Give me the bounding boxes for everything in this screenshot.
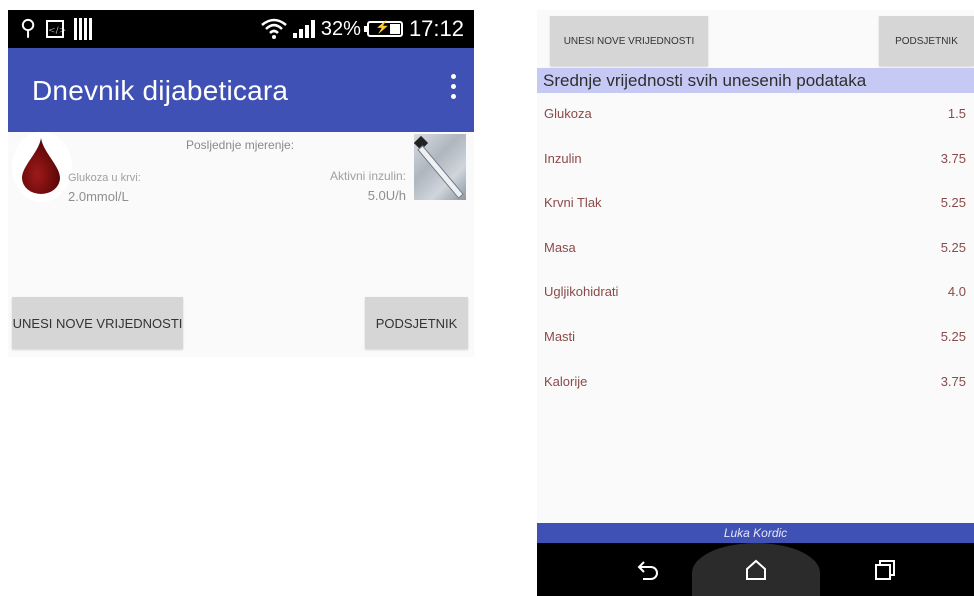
list-item-value: 5.25	[940, 195, 966, 211]
add-new-values-button[interactable]: UNESI NOVE VRIJEDNOSTI	[12, 297, 183, 349]
usb-icon: ⚲	[20, 16, 37, 41]
list-item: Glukoza 1.5	[537, 94, 974, 139]
back-icon[interactable]	[635, 557, 661, 583]
status-system: 32% ⚡ 17:12	[261, 16, 464, 42]
insulin-value: 5.0U/h	[367, 188, 406, 203]
list-item-label: Ugljikohidrati	[544, 284, 619, 300]
list-item: Ugljikohidrati 4.0	[537, 272, 974, 317]
main-screen: ⚲ </> 32% ⚡ 17:12 Dnevnik dijabeticara P…	[8, 10, 474, 357]
wifi-icon	[261, 18, 287, 39]
code-icon: </>	[46, 20, 66, 38]
list-item: Inzulin 3.75	[537, 139, 974, 184]
barcode-icon	[74, 18, 93, 40]
status-bar: ⚲ </> 32% ⚡ 17:12	[8, 10, 474, 48]
author-footer: Luka Kordic	[537, 523, 974, 543]
app-title: Dnevnik dijabeticara	[32, 75, 289, 106]
reminder-button[interactable]: PODSJETNIK	[365, 297, 468, 349]
recents-icon[interactable]	[872, 557, 898, 583]
glucose-label: Glukoza u krvi:	[68, 172, 141, 184]
list-item: Kalorije 3.75	[537, 362, 974, 407]
app-bar: Dnevnik dijabeticara	[8, 48, 474, 132]
list-item-label: Glukoza	[544, 106, 592, 121]
overflow-menu-icon[interactable]	[448, 74, 458, 106]
insulin-label: Aktivni inzulin:	[329, 169, 406, 183]
battery-percent: 32%	[320, 17, 361, 40]
list-item-label: Krvni Tlak	[544, 195, 602, 211]
list-item-label: Inzulin	[544, 150, 582, 166]
list-item: Masti 5.25	[537, 317, 974, 362]
list-item-value: 5.25	[940, 239, 966, 255]
list-item-value: 1.5	[947, 106, 966, 121]
status-time: 17:12	[408, 16, 464, 41]
last-measurement-label: Posljednje mjerenje:	[186, 138, 295, 152]
list-item-value: 5.25	[940, 328, 966, 344]
list-item-label: Masti	[544, 328, 576, 344]
list-item-value: 3.75	[940, 373, 966, 389]
list-item: Masa 5.25	[537, 228, 974, 273]
home-icon[interactable]	[743, 557, 769, 583]
add-new-values-button[interactable]: UNESI NOVE VRIJEDNOSTI	[550, 16, 708, 66]
navigation-bar	[537, 543, 974, 596]
averages-list: Glukoza 1.5 Inzulin 3.75 Krvni Tlak 5.25…	[537, 94, 974, 406]
blood-drop-icon	[12, 132, 72, 202]
glucose-value: 2.0mmol/L	[68, 189, 129, 204]
status-notifications: ⚲ </>	[20, 16, 93, 41]
list-item-value: 3.75	[940, 150, 966, 166]
reminder-button[interactable]: PODSJETNIK	[879, 16, 974, 66]
list-item-label: Masa	[544, 239, 576, 255]
syringe-image	[414, 134, 466, 200]
signal-icon	[292, 20, 315, 38]
averages-header: Srednje vrijednosti svih unesenih podata…	[537, 68, 974, 93]
list-item-label: Kalorije	[544, 373, 588, 389]
battery-icon: ⚡	[363, 20, 403, 37]
averages-screen: UNESI NOVE VRIJEDNOSTI PODSJETNIK Srednj…	[537, 10, 974, 596]
list-item-value: 4.0	[947, 284, 966, 300]
list-item: Krvni Tlak 5.25	[537, 183, 974, 228]
